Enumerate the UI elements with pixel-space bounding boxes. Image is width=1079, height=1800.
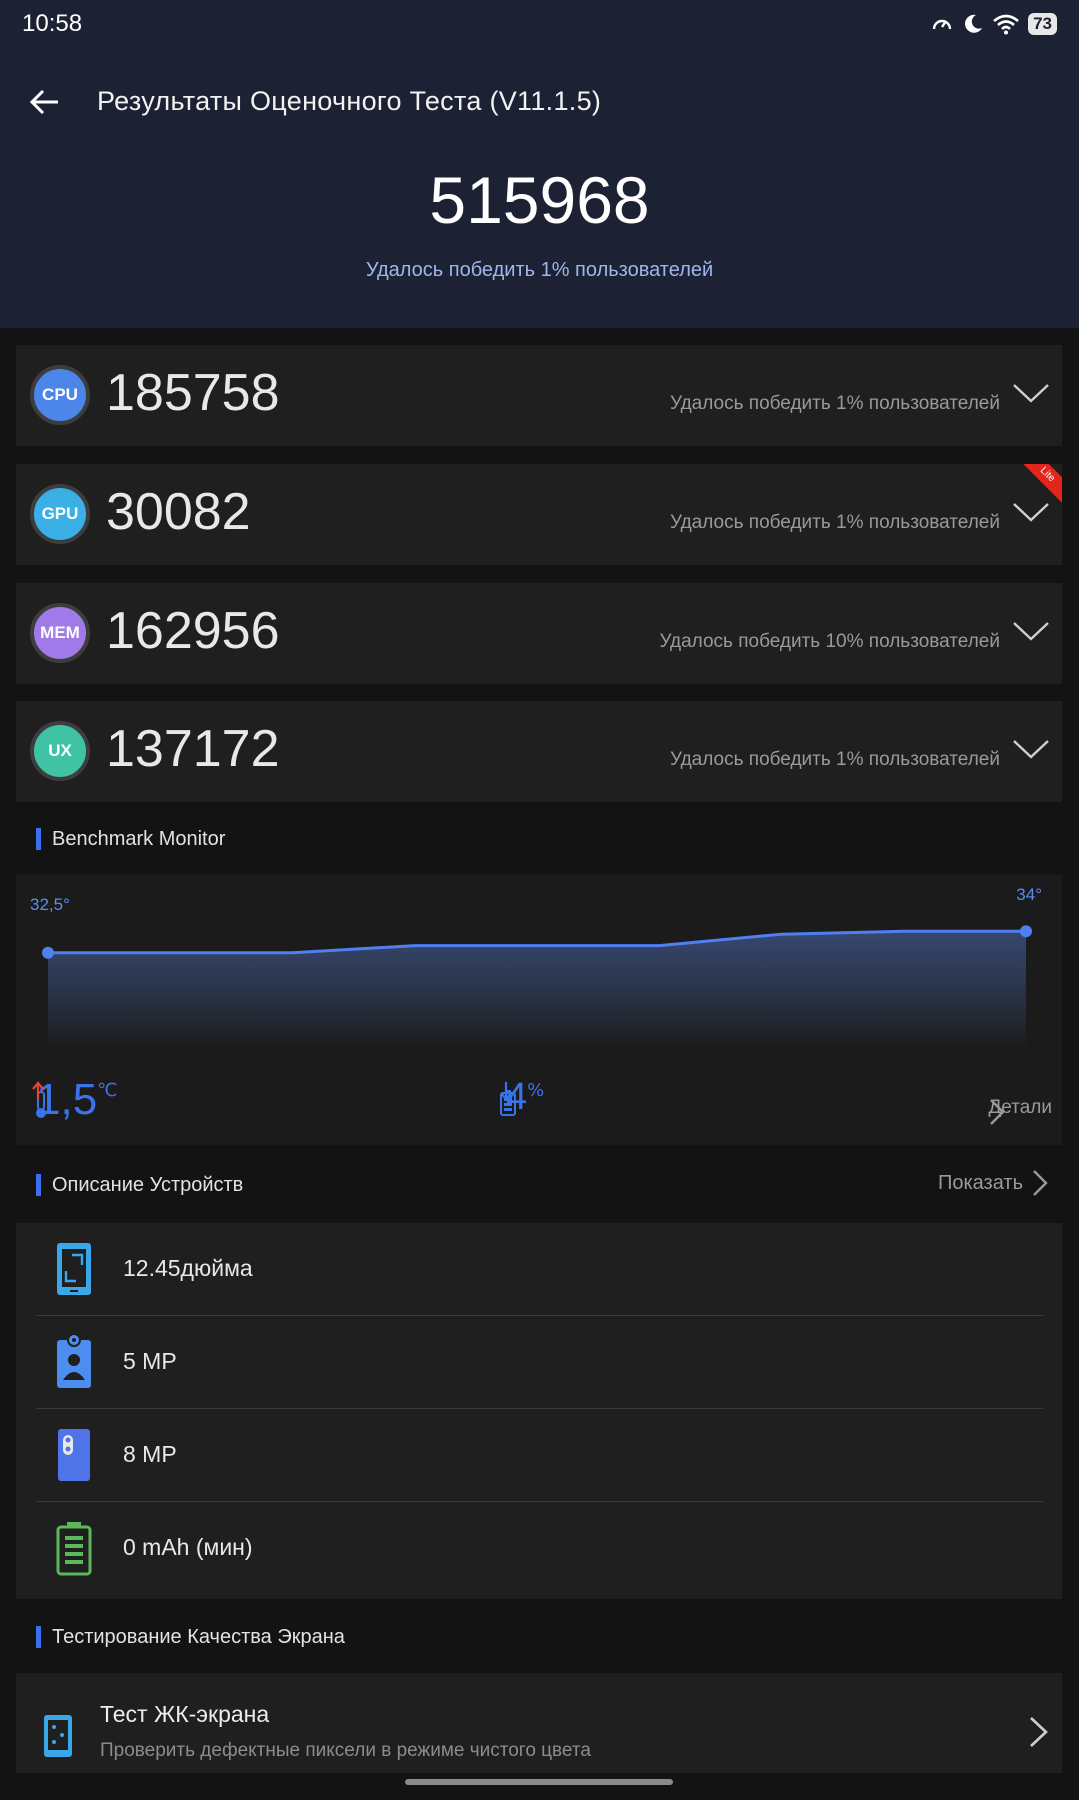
cpu-subtitle: Удалось победить 1% пользователей [670,393,1000,414]
tablet-screen-icon [57,1243,91,1295]
lcd-test-title: Тест ЖК-экрана [100,1701,270,1727]
front-camera-value: 5 MP [123,1348,177,1374]
show-link[interactable]: Показать [938,1168,1049,1198]
page-title: Результаты Оценочного Теста (V11.1.5) [97,86,602,116]
chevron-down-icon[interactable] [1012,737,1050,761]
arrow-down-icon [500,1082,512,1101]
battery-level: 73 [1028,13,1057,35]
chart-point-end [1020,925,1032,938]
status-time: 10:58 [22,10,83,37]
wifi-icon [993,14,1019,35]
spec-row-screen: 12.45дюйма [36,1223,1043,1316]
battery-capacity-value: 0 mAh (мин) [123,1534,253,1560]
temperature-unit: ℃ [97,1080,118,1101]
front-camera-icon [57,1334,91,1388]
show-label: Показать [937,1171,1023,1194]
device-description-title: Описание Устройств [36,1174,243,1196]
chevron-down-icon[interactable] [1012,619,1050,643]
cpu-badge: CPU [30,365,90,425]
details-link[interactable]: Детали [988,1097,1052,1125]
total-score: 515968 [429,163,650,237]
chevron-right-icon [1033,1170,1048,1196]
spec-row-front-camera: 5 MP [36,1316,1043,1409]
device-specs: 12.45дюйма 5 MP 8 MP 0 mAh (мин) [16,1223,1062,1599]
mem-badge: MEM [30,603,90,663]
rear-camera-icon [58,1429,90,1481]
score-card-ux[interactable]: UX 137172 Удалось победить 1% пользовате… [16,701,1062,802]
back-arrow-icon[interactable] [26,82,66,122]
temperature-delta: 1,5 ℃ [32,1078,117,1122]
temperature-area [48,931,1026,1050]
score-card-cpu[interactable]: CPU 185758 Удалось победить 1% пользоват… [16,345,1062,446]
temperature-start-label: 32,5° [30,895,70,914]
mem-subtitle: Удалось победить 10% пользователей [659,631,1000,652]
benchmark-monitor-title: Benchmark Monitor [36,828,225,850]
spec-row-rear-camera: 8 MP [36,1409,1043,1502]
lite-ribbon: Lite [1018,464,1062,504]
battery-delta: 4 % [500,1078,544,1116]
spec-row-battery: 0 mAh (мин) [36,1502,1043,1595]
mem-score: 162956 [106,602,280,660]
ux-badge: UX [30,721,90,781]
status-icons: 73 [930,12,1057,36]
arrow-up-icon [32,1081,44,1100]
gpu-badge: GPU [30,484,90,544]
lcd-test-icon [44,1715,72,1757]
chevron-right-icon [990,1099,1006,1125]
cpu-score: 185758 [106,364,280,422]
battery-unit: % [527,1080,545,1101]
temperature-end-label: 34° [1016,885,1042,904]
lcd-test-subtitle: Проверить дефектные пиксели в режиме чис… [100,1740,591,1761]
benchmark-monitor-chart[interactable]: 32,5° 34° 1,5 ℃ 4 % Детали [16,875,1062,1145]
score-card-gpu[interactable]: GPU 30082 Удалось победить 1% пользовате… [16,464,1062,565]
lcd-test-card[interactable]: Тест ЖК-экрана Проверить дефектные пиксе… [16,1673,1062,1773]
screen-quality-title: Тестирование Качества Экрана [36,1626,345,1648]
home-indicator[interactable] [405,1779,673,1785]
ux-subtitle: Удалось победить 1% пользователей [670,749,1000,770]
gpu-subtitle: Удалось победить 1% пользователей [670,512,1000,533]
rear-camera-value: 8 MP [123,1441,177,1467]
screen-size-value: 12.45дюйма [123,1255,253,1281]
score-card-mem[interactable]: MEM 162956 Удалось победить 10% пользова… [16,583,1062,684]
gpu-score: 30082 [106,483,251,541]
total-score-subtitle: Удалось победить 1% пользователей [365,259,714,281]
header: 10:58 73 Результаты Оценочного Теста (V1… [0,0,1079,328]
chart-point-start [42,946,54,959]
chevron-right-icon [1030,1717,1048,1747]
ux-score: 137172 [106,720,280,778]
chevron-down-icon[interactable] [1012,500,1050,524]
speed-icon [932,19,952,30]
moon-icon [965,14,983,33]
chevron-down-icon[interactable] [1012,381,1050,405]
battery-icon [56,1522,92,1576]
